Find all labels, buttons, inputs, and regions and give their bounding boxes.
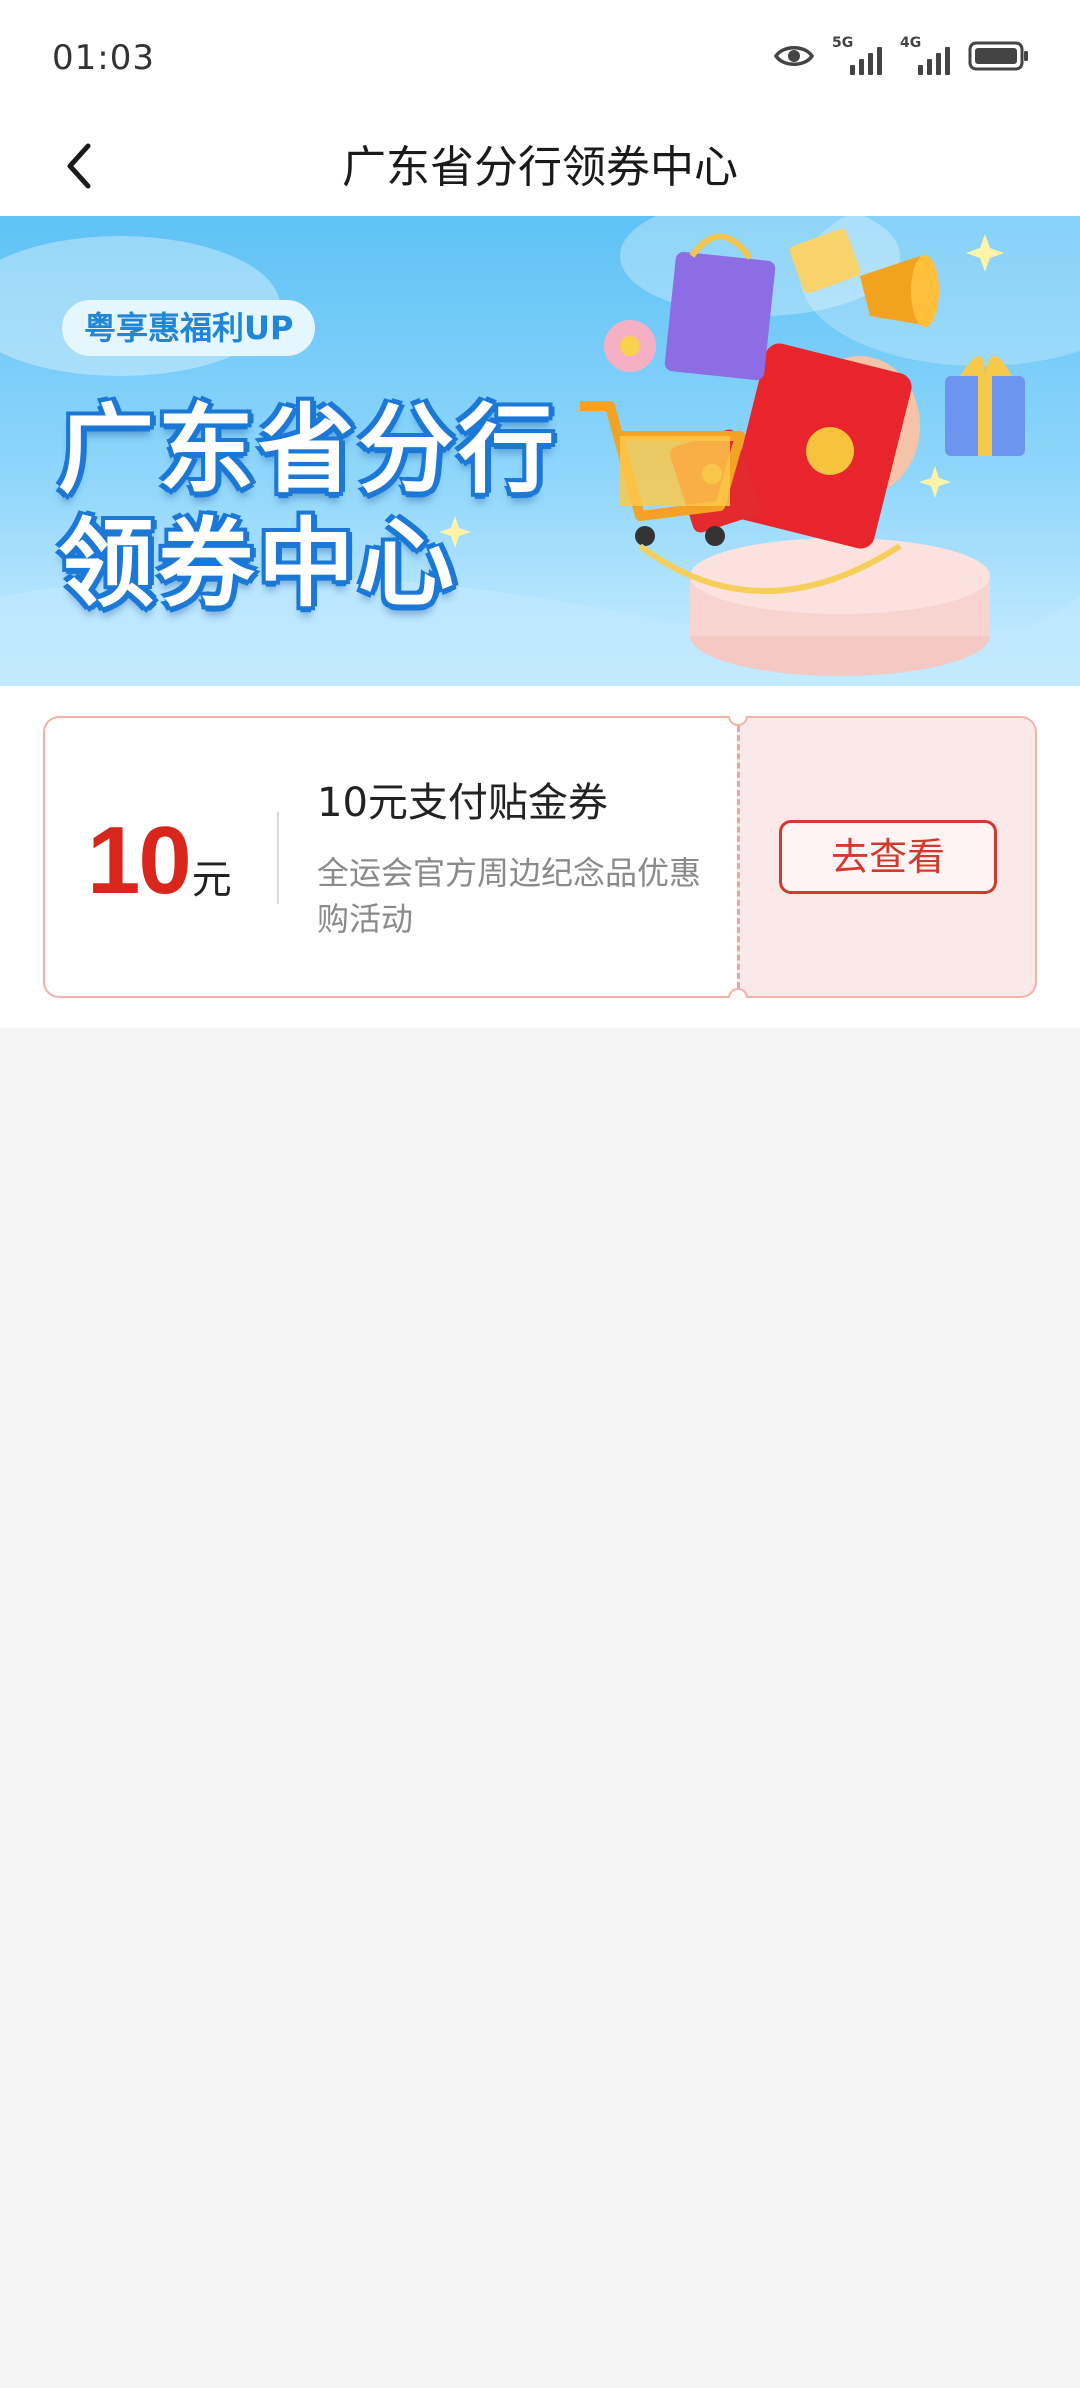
banner-headline-line2: 领券中心	[58, 508, 458, 620]
coupon-description: 全运会官方周边纪念品优惠购活动	[317, 854, 702, 938]
coupon-divider	[737, 726, 740, 988]
eye-icon	[773, 42, 815, 74]
coupon-list: 10 元 10元支付贴金券 全运会官方周边纪念品优惠购活动 去查看	[0, 686, 1080, 1028]
coupon-amount-unit: 元	[191, 857, 232, 903]
coupon-amount: 10 元	[87, 806, 232, 916]
status-icons: 5G 4G	[773, 35, 1030, 80]
coupon-title: 10元支付贴金券	[317, 780, 608, 826]
coupon-card[interactable]: 10 元 10元支付贴金券 全运会官方周边纪念品优惠购活动 去查看	[43, 716, 1037, 998]
nav-bar: 广东省分行领券中心	[0, 118, 1080, 216]
signal-5g-icon: 5G	[832, 35, 882, 75]
coupon-notch-bottom	[728, 988, 748, 998]
view-coupon-button[interactable]: 去查看	[779, 820, 997, 894]
coupon-notch-top	[728, 716, 748, 726]
signal-4g-icon: 4G	[900, 35, 950, 75]
coupon-separator	[277, 812, 279, 904]
promo-banner[interactable]: 粤享惠福利UP 广东省分行 领券中心	[0, 216, 1080, 686]
banner-tag: 粤享惠福利UP	[62, 300, 316, 356]
coupon-amount-value: 10	[87, 807, 192, 914]
status-bar: 01:03 5G 4G	[0, 0, 1080, 118]
page-title: 广东省分行领券中心	[342, 142, 738, 193]
battery-icon	[968, 40, 1030, 76]
status-time: 01:03	[52, 38, 155, 78]
